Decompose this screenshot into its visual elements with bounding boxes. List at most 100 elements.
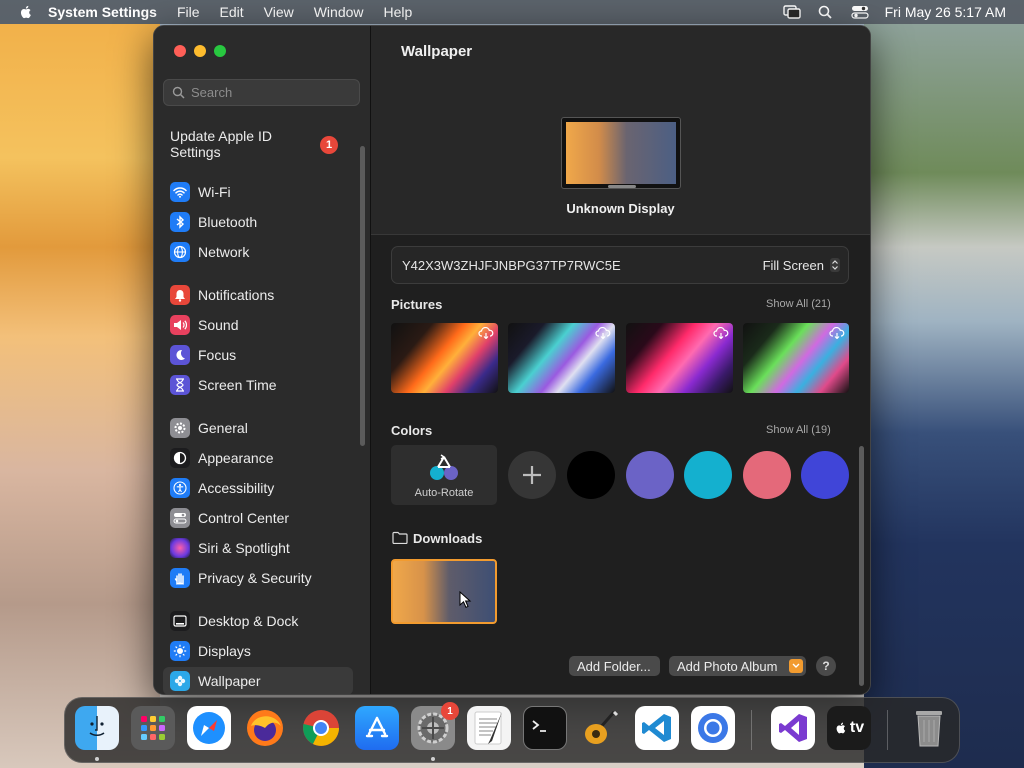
wallpaper-thumbnail[interactable] (626, 323, 733, 393)
minimize-window-button[interactable] (194, 45, 206, 57)
menu-help[interactable]: Help (384, 4, 413, 20)
sidebar-item-label: Wi-Fi (198, 184, 231, 200)
dock-separator (751, 710, 752, 750)
sidebar-item-label: Bluetooth (198, 214, 258, 230)
accessibility-icon (170, 478, 190, 498)
apple-tv-icon[interactable]: tv (827, 706, 871, 750)
app-store-icon[interactable] (355, 706, 399, 750)
up-down-chevron-icon (830, 258, 840, 272)
system-settings-window: Search Update Apple ID Settings 1 Wi-Fi … (153, 25, 871, 695)
search-icon (172, 86, 185, 99)
zoom-window-button[interactable] (214, 45, 226, 57)
window-controls (174, 45, 226, 57)
sidebar-item-label: Sound (198, 317, 239, 333)
help-button[interactable]: ? (816, 656, 836, 676)
vscode-icon[interactable] (635, 706, 679, 750)
sidebar-item-control-center[interactable]: Control Center (170, 505, 348, 531)
trash-icon[interactable] (907, 706, 951, 750)
sidebar-item-displays[interactable]: Displays (170, 638, 348, 664)
bluetooth-icon (170, 212, 190, 232)
spotlight-search-icon[interactable] (817, 5, 835, 19)
sidebar-item-desktop-dock[interactable]: Desktop & Dock (170, 608, 348, 634)
folder-icon (392, 531, 408, 544)
firefox-icon[interactable] (243, 706, 287, 750)
sidebar-item-label: Notifications (198, 287, 275, 303)
sidebar-item-screen-time[interactable]: Screen Time (170, 372, 348, 398)
sidebar-item-focus[interactable]: Focus (170, 342, 348, 368)
sidebar-item-notifications[interactable]: Notifications (170, 282, 348, 308)
launchpad-icon[interactable] (131, 706, 175, 750)
globe-icon (170, 242, 190, 262)
downloads-wallpaper-thumbnail[interactable] (391, 559, 497, 624)
wifi-icon (170, 182, 190, 202)
textedit-icon[interactable] (467, 706, 511, 750)
finder-icon[interactable] (75, 706, 119, 750)
terminal-icon[interactable] (523, 706, 567, 750)
sidebar-item-network[interactable]: Network (170, 239, 348, 265)
chromium-icon[interactable] (691, 706, 735, 750)
colors-section-label: Colors (391, 423, 433, 438)
menu-bar: System Settings File Edit View Window He… (0, 0, 1024, 24)
sidebar-item-general[interactable]: General (170, 415, 348, 441)
sidebar-item-siri-spotlight[interactable]: Siri & Spotlight (170, 535, 348, 561)
apple-id-badge: 1 (320, 136, 338, 154)
garageband-icon[interactable] (579, 706, 623, 750)
search-field[interactable]: Search (163, 79, 360, 106)
menu-clock[interactable]: Fri May 26 5:17 AM (885, 4, 1006, 20)
content-scrollbar[interactable] (859, 446, 864, 686)
pictures-show-all-button[interactable]: Show All (21) (766, 298, 831, 310)
color-swatch-pink[interactable] (743, 451, 791, 499)
chrome-icon[interactable] (299, 706, 343, 750)
pane-title-bar: Wallpaper (371, 26, 870, 78)
speaker-icon (170, 315, 190, 335)
sidebar-item-bluetooth[interactable]: Bluetooth (170, 209, 348, 235)
colors-show-all-button[interactable]: Show All (19) (766, 424, 831, 436)
desktop-wallpaper-left (0, 24, 160, 768)
menu-edit[interactable]: Edit (220, 4, 244, 20)
wallpaper-thumbnail[interactable] (391, 323, 498, 393)
add-color-button[interactable] (508, 451, 556, 499)
sidebar-item-label: Focus (198, 347, 237, 363)
sidebar-item-accessibility[interactable]: Accessibility (170, 475, 348, 501)
add-folder-button[interactable]: Add Folder... (569, 656, 660, 676)
wallpaper-thumbnail[interactable] (508, 323, 615, 393)
sidebar-item-wallpaper[interactable]: Wallpaper (163, 667, 353, 694)
color-swatch-black[interactable] (567, 451, 615, 499)
screen-mirroring-icon[interactable] (782, 5, 801, 19)
system-settings-running-indicator (431, 757, 435, 761)
cloud-download-icon (713, 327, 729, 339)
display-stand (608, 185, 636, 188)
sidebar-scrollbar[interactable] (360, 146, 365, 446)
sidebar: Search Update Apple ID Settings 1 Wi-Fi … (154, 26, 371, 694)
menu-app-name[interactable]: System Settings (48, 4, 157, 20)
sidebar-item-label: Wallpaper (198, 673, 261, 689)
sidebar-item-sound[interactable]: Sound (170, 312, 348, 338)
color-swatch-blue[interactable] (801, 451, 849, 499)
apple-menu-icon[interactable] (18, 4, 34, 20)
wallpaper-thumbnail[interactable] (743, 323, 849, 393)
control-center-icon[interactable] (851, 5, 869, 19)
sidebar-item-privacy-security[interactable]: Privacy & Security (170, 565, 348, 591)
menu-window[interactable]: Window (314, 4, 364, 20)
apple-id-update-item[interactable]: Update Apple ID Settings (170, 128, 300, 160)
color-swatch-cyan[interactable] (684, 451, 732, 499)
menu-file[interactable]: File (177, 4, 200, 20)
downloads-section-label: Downloads (413, 531, 483, 546)
fit-mode-popup[interactable]: Fill Screen (763, 258, 840, 273)
color-swatch-purple[interactable] (626, 451, 674, 499)
visual-studio-icon[interactable] (771, 706, 815, 750)
menu-view[interactable]: View (264, 4, 294, 20)
add-photo-album-button[interactable]: Add Photo Album (669, 656, 806, 676)
sidebar-item-appearance[interactable]: Appearance (170, 445, 348, 471)
gear-icon (170, 418, 190, 438)
safari-icon[interactable] (187, 706, 231, 750)
cloud-download-icon (595, 327, 611, 339)
sun-icon (170, 641, 190, 661)
display-preview[interactable] (561, 117, 681, 189)
sidebar-item-wifi[interactable]: Wi-Fi (170, 179, 348, 205)
chevron-down-icon (789, 659, 803, 673)
close-window-button[interactable] (174, 45, 186, 57)
search-placeholder: Search (191, 85, 233, 100)
sidebar-item-label: Siri & Spotlight (198, 540, 290, 556)
auto-rotate-tile[interactable]: Auto-Rotate (391, 445, 497, 505)
